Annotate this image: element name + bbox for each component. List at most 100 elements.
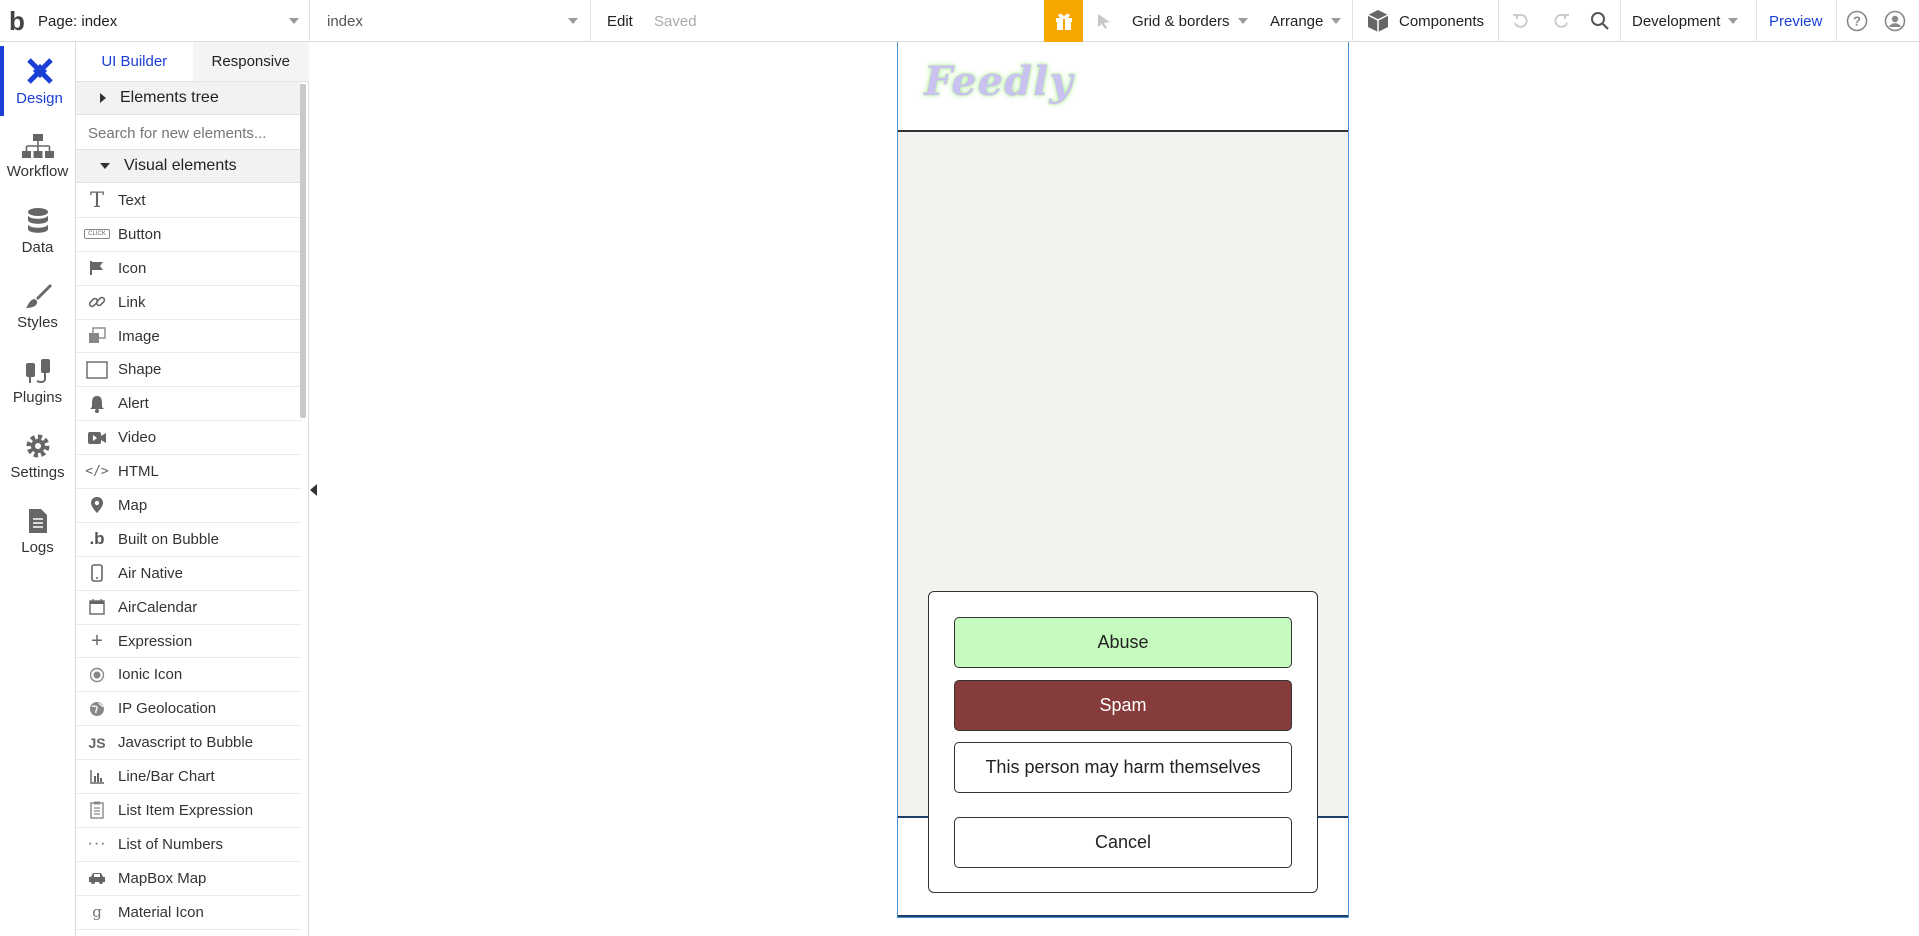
element-label: Icon <box>118 259 147 277</box>
tab-ui-builder[interactable]: UI Builder <box>76 42 193 81</box>
collapse-panel-icon[interactable] <box>310 484 317 496</box>
element-item-aircalendar[interactable]: AirCalendar <box>76 591 302 625</box>
clipboard-icon <box>76 801 118 820</box>
top-toolbar: b Page: index index Edit Saved Grid & bo… <box>0 0 1919 42</box>
components-button[interactable]: Components <box>1367 0 1484 42</box>
arrange-menu[interactable]: Arrange <box>1270 0 1342 42</box>
chevron-down-icon <box>1331 18 1342 24</box>
help-button[interactable]: ? <box>1845 0 1869 42</box>
car-icon <box>76 871 118 885</box>
redo-icon <box>1554 13 1569 28</box>
rail-item-design[interactable]: Design <box>0 46 75 116</box>
element-item-mapbox-map[interactable]: MapBox Map <box>76 862 302 896</box>
panel-tabs: UI Builder Responsive <box>76 42 309 82</box>
element-item-icon[interactable]: Icon <box>76 252 302 286</box>
rail-item-workflow[interactable]: Workflow <box>0 121 75 191</box>
element-label: Air Native <box>118 564 184 582</box>
toolbar-divider <box>1836 0 1837 42</box>
rail-item-settings[interactable]: Settings <box>0 421 75 491</box>
grid-borders-menu[interactable]: Grid & borders <box>1132 0 1248 42</box>
element-item-material-icon[interactable]: g Material Icon <box>76 896 302 930</box>
rail-item-data[interactable]: Data <box>0 196 75 266</box>
selector-tool[interactable] <box>1092 0 1116 42</box>
gift-icon <box>1055 13 1072 30</box>
element-item-list-item-expression[interactable]: List Item Expression <box>76 794 302 828</box>
rail-label: Styles <box>17 313 58 331</box>
cursor-icon <box>1098 14 1110 29</box>
caret-right-icon <box>100 93 106 103</box>
element-label: Built on Bubble <box>118 530 219 548</box>
map-pin-icon <box>76 496 118 514</box>
rail-label: Data <box>21 238 54 256</box>
page-selector[interactable]: Page: index <box>38 0 310 42</box>
element-label: MapBox Map <box>118 869 207 887</box>
element-label: Material Icon <box>118 903 204 921</box>
element-item-air-native[interactable]: Air Native <box>76 557 302 591</box>
document-icon <box>28 508 47 533</box>
gift-button[interactable] <box>1044 0 1083 42</box>
link-icon <box>76 293 118 311</box>
spam-button[interactable]: Spam <box>954 680 1292 731</box>
element-item-text[interactable]: T Text <box>76 184 302 218</box>
rail-label: Settings <box>10 463 65 481</box>
chevron-down-icon <box>1237 18 1248 24</box>
rail-item-logs[interactable]: Logs <box>0 496 75 566</box>
visual-elements-header[interactable]: Visual elements <box>76 150 302 183</box>
components-label: Components <box>1399 12 1485 30</box>
preview-link[interactable]: Preview <box>1769 0 1822 42</box>
element-label: Text <box>118 191 146 209</box>
element-item-ionic-icon[interactable]: Ionic Icon <box>76 658 302 693</box>
element-item-alert[interactable]: Alert <box>76 387 302 422</box>
element-item-button[interactable]: CLICK Button <box>76 218 302 252</box>
header-group[interactable]: Feedly <box>898 42 1348 132</box>
search-button[interactable] <box>1588 0 1612 42</box>
index-selector[interactable]: index <box>315 0 591 42</box>
globe-icon <box>76 701 118 717</box>
element-item-html[interactable]: </> HTML <box>76 455 302 490</box>
element-item-link[interactable]: Link <box>76 286 302 320</box>
element-item-line-bar-chart[interactable]: Line/Bar Chart <box>76 760 302 795</box>
rail-item-styles[interactable]: Styles <box>0 271 75 341</box>
report-popup[interactable]: Abuse Spam This person may harm themselv… <box>928 591 1318 893</box>
undo-button[interactable] <box>1510 0 1532 42</box>
version-selector[interactable]: Development <box>1632 0 1739 42</box>
app-logo[interactable]: Feedly <box>924 58 1074 105</box>
element-item-image[interactable]: Image <box>76 320 302 354</box>
account-button[interactable] <box>1883 0 1907 42</box>
cancel-button[interactable]: Cancel <box>954 817 1292 868</box>
rail-item-plugins[interactable]: Plugins <box>0 346 75 416</box>
elements-tree-label: Elements tree <box>120 89 219 106</box>
element-item-ip-geolocation[interactable]: IP Geolocation <box>76 692 302 727</box>
element-item-javascript-to-bubble[interactable]: JS Javascript to Bubble <box>76 726 302 761</box>
element-list: T Text CLICK Button Icon Link Image Shap… <box>76 184 302 930</box>
element-item-shape[interactable]: Shape <box>76 353 302 388</box>
tab-responsive[interactable]: Responsive <box>192 42 309 81</box>
plug-icon <box>25 358 50 383</box>
design-icon <box>26 57 53 84</box>
chevron-down-icon <box>568 18 578 24</box>
element-item-built-on-bubble[interactable]: .b Built on Bubble <box>76 523 302 557</box>
element-item-map[interactable]: Map <box>76 489 302 523</box>
redo-button[interactable] <box>1550 0 1572 42</box>
element-label: Button <box>118 225 162 243</box>
toolbar-divider <box>1498 0 1499 42</box>
element-item-video[interactable]: Video <box>76 421 302 456</box>
element-label: Video <box>118 429 157 447</box>
edit-menu[interactable]: Edit <box>607 0 633 42</box>
saved-status: Saved <box>654 12 697 30</box>
element-item-expression[interactable]: + Expression <box>76 625 302 659</box>
svg-text:?: ? <box>1853 14 1861 29</box>
left-rail: Design Workflow Data Styles Plugins Sett… <box>0 42 76 936</box>
element-item-list-of-numbers[interactable]: ··· List of Numbers <box>76 828 302 862</box>
bubble-logo-icon[interactable]: b <box>2 0 32 42</box>
self-harm-button[interactable]: This person may harm themselves <box>954 742 1292 793</box>
gear-icon <box>26 434 49 457</box>
bar-chart-icon <box>76 769 118 784</box>
rail-label: Design <box>16 89 63 107</box>
elements-tree-header[interactable]: Elements tree <box>76 82 302 115</box>
element-search-input[interactable] <box>76 117 302 150</box>
abuse-button[interactable]: Abuse <box>954 617 1292 668</box>
page-selector-label: Page: index <box>38 12 118 30</box>
panel-scrollbar[interactable] <box>300 84 306 418</box>
js-icon: JS <box>88 734 106 751</box>
